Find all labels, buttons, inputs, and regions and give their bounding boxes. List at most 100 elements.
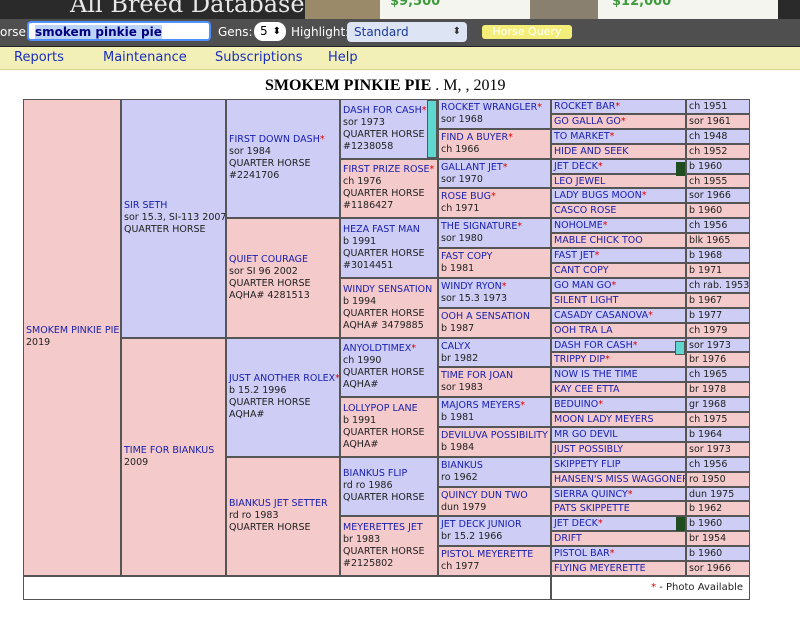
horse-link[interactable]: BIANKUS FLIP <box>343 468 435 480</box>
horse-link[interactable]: DASH FOR CASH* <box>343 105 435 117</box>
pedigree-gen6-cell[interactable]: TRIPPY DIP* <box>551 352 686 367</box>
pedigree-gen6-year: ch 1955 <box>686 174 750 188</box>
horse-detail: b 1991 <box>343 236 377 247</box>
horse-name: FLYING MEYERETTE <box>554 563 646 574</box>
pedigree-gen6-cell[interactable]: ROCKET BAR* <box>551 99 686 114</box>
highlight-select[interactable]: Standard ⬍ <box>347 22 467 42</box>
horse-label: orse: <box>0 25 30 39</box>
photo-available-star-icon: * <box>429 164 435 175</box>
pedigree-gen6-cell[interactable]: KAY CEE ETTA <box>551 382 686 397</box>
horse-link[interactable]: HEZA FAST MAN <box>343 224 435 236</box>
pedigree-gen6-cell[interactable]: HIDE AND SEEK <box>551 144 686 159</box>
horse-detail: br 15.2 1966 <box>441 531 503 542</box>
gens-select[interactable]: 5 ⬍ <box>254 22 286 41</box>
pedigree-gen6-year: sor 1973 <box>686 338 750 352</box>
horse-name: TRIPPY DIP <box>554 354 606 365</box>
photo-available-star-icon: * <box>615 101 621 112</box>
horse-link[interactable]: ROSE BUG* <box>441 191 548 203</box>
horse-link[interactable]: QUINCY DUN TWO <box>441 490 548 502</box>
pedigree-gen6-cell[interactable]: SILENT LIGHT <box>551 293 686 308</box>
horse-detail: QUARTER HORSE <box>343 188 425 199</box>
horse-link[interactable]: WINDY SENSATION <box>343 284 435 296</box>
pedigree-gen6-cell[interactable]: OOH TRA LA <box>551 323 686 338</box>
horse-link[interactable]: ROCKET WRANGLER* <box>441 102 548 114</box>
horse-link[interactable]: GALLANT JET* <box>441 162 548 174</box>
pedigree-gen6-cell[interactable]: GO GALLA GO* <box>551 114 686 129</box>
photo-available-star-icon: * <box>508 132 513 143</box>
horse-link[interactable]: LOLLYPOP LANE <box>343 403 435 415</box>
pedigree-gen6-cell[interactable]: HANSEN'S MISS WAGGONER <box>551 472 686 487</box>
horse-detail: 2009 <box>124 457 149 468</box>
horse-link[interactable]: BIANKUS <box>441 460 548 472</box>
horse-link[interactable]: CALYX <box>441 341 548 353</box>
pedigree-gen6-cell[interactable]: FAST JET* <box>551 248 686 263</box>
pedigree-gen6-cell[interactable]: MR GO DEVIL <box>551 427 686 442</box>
pedigree-gen6-year: gr 1968 <box>686 397 750 412</box>
pedigree-gen6-cell[interactable]: DRIFT <box>551 531 686 546</box>
horse-link[interactable]: DEVILUVA POSSIBILITY <box>441 430 548 442</box>
horse-detail: ro 1962 <box>441 472 478 483</box>
menu-maintenance[interactable]: Maintenance <box>103 50 187 65</box>
photo-available-star-icon: * <box>609 131 615 142</box>
pedigree-gen6-cell[interactable]: PATS SKIPPETTE <box>551 501 686 516</box>
pedigree-gen4-cell: WINDY SENSATION b 1994 QUARTER HORSE AQHA# … <box>340 278 438 338</box>
pedigree-gen6-cell[interactable]: CASADY CASANOVA* <box>551 308 686 323</box>
pedigree-gen6-cell[interactable]: NOW IS THE TIME <box>551 367 686 382</box>
banner-ad-photo[interactable] <box>305 0 380 19</box>
horse-link[interactable]: THE SIGNATURE* <box>441 221 548 233</box>
pedigree-gen6-cell[interactable]: JUST POSSIBLY <box>551 442 686 457</box>
menu-reports[interactable]: Reports <box>14 50 64 65</box>
horse-detail: QUARTER HORSE <box>343 546 425 557</box>
horse-link[interactable]: TIME FOR BIANKUS <box>124 445 223 457</box>
menu-subscriptions[interactable]: Subscriptions <box>215 50 303 65</box>
horse-link[interactable]: WINDY RYON* <box>441 281 548 293</box>
horse-link[interactable]: SIR SETH <box>124 200 223 212</box>
horse-link[interactable]: TIME FOR JOAN <box>441 370 548 382</box>
horse-link[interactable]: FAST COPY <box>441 251 548 263</box>
horse-detail: QUARTER HORSE <box>343 308 425 319</box>
horse-name: GO GALLA GO <box>554 116 621 127</box>
pedigree-gen6-cell[interactable]: CASCO ROSE <box>551 203 686 218</box>
horse-link[interactable]: BIANKUS JET SETTER <box>229 498 337 510</box>
horse-link[interactable]: MEYERETTES JET <box>343 522 435 534</box>
horse-link[interactable]: MAJORS MEYERS* <box>441 400 548 412</box>
pedigree-gen6-cell[interactable]: LADY BUGS MOON* <box>551 188 686 203</box>
pedigree-gen6-cell[interactable]: MOON LADY MEYERS <box>551 412 686 427</box>
pedigree-gen6-cell[interactable]: SKIPPETY FLIP <box>551 457 686 472</box>
pedigree-gen6-cell[interactable]: GO MAN GO* <box>551 278 686 293</box>
horse-link[interactable]: FIRST DOWN DASH* <box>229 134 337 146</box>
pedigree-gen6-cell[interactable]: JET DECK* <box>551 516 686 531</box>
pedigree-gen6-cell[interactable]: CANT COPY <box>551 263 686 278</box>
horse-name: MEYERETTES JET <box>343 522 423 533</box>
horse-detail: AQHA# 4281513 <box>229 290 310 301</box>
horse-link[interactable]: FIRST PRIZE ROSE* <box>343 164 435 176</box>
horse-link[interactable]: PISTOL MEYERETTE <box>441 549 548 561</box>
horse-link[interactable]: FIND A BUYER* <box>441 132 548 144</box>
pedigree-gen6-cell[interactable]: LEO JEWEL <box>551 174 686 188</box>
horse-name: TO MARKET <box>554 131 610 142</box>
banner-ad-photo[interactable] <box>530 0 598 19</box>
horse-name: LADY BUGS MOON <box>554 190 642 201</box>
horse-link[interactable]: SMOKEM PINKIE PIE <box>26 325 119 337</box>
pedigree-gen6-cell[interactable]: DASH FOR CASH* <box>551 338 686 352</box>
horse-detail: ch 1966 <box>441 144 480 155</box>
horse-link[interactable]: ANYOLDTIMEX* <box>343 343 435 355</box>
pedigree-gen6-cell[interactable]: FLYING MEYERETTE <box>551 561 686 576</box>
horse-query-button[interactable]: Horse Query <box>482 25 572 39</box>
horse-search-input[interactable]: smokem pinkie pie <box>27 21 211 41</box>
horse-link[interactable]: JET DECK JUNIOR <box>441 519 548 531</box>
pedigree-gen6-cell[interactable]: TO MARKET* <box>551 129 686 144</box>
banner-ad[interactable]: $12,000 <box>598 0 778 19</box>
pedigree-gen6-cell[interactable]: PISTOL BAR* <box>551 546 686 561</box>
menu-help[interactable]: Help <box>328 50 358 65</box>
pedigree-gen6-year: br 1978 <box>686 382 750 397</box>
pedigree-gen6-cell[interactable]: SIERRA QUINCY* <box>551 487 686 501</box>
pedigree-gen6-cell[interactable]: NOHOLME* <box>551 218 686 233</box>
pedigree-gen6-cell[interactable]: BEDUINO* <box>551 397 686 412</box>
banner-ad[interactable]: $9,500 <box>380 0 530 19</box>
pedigree-gen6-cell[interactable]: MABLE CHICK TOO <box>551 233 686 248</box>
horse-link[interactable]: JUST ANOTHER ROLEX* <box>229 373 339 385</box>
horse-link[interactable]: QUIET COURAGE <box>229 254 337 266</box>
pedigree-gen6-cell[interactable]: JET DECK* <box>551 159 686 174</box>
horse-link[interactable]: OOH A SENSATION <box>441 311 548 323</box>
